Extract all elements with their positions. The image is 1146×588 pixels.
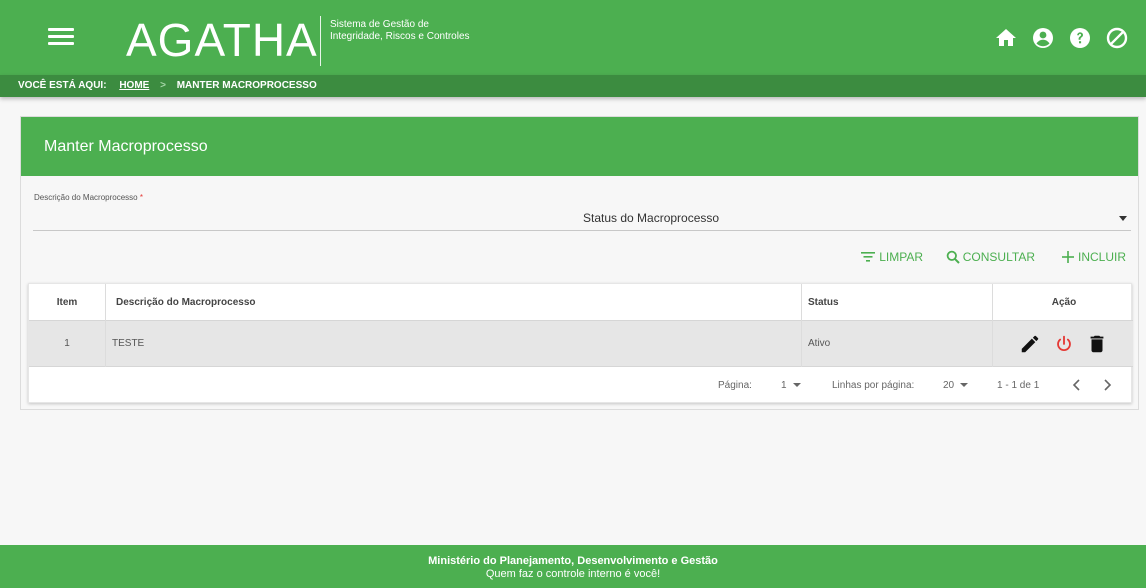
footer-ministry: Ministério do Planejamento, Desenvolvime… [428,555,718,567]
breadcrumb-home-link[interactable]: HOME [119,80,149,91]
status-select[interactable]: Status do Macroprocesso [581,207,1131,231]
description-field-label: Descrição do Macroprocesso * [34,193,143,202]
dropdown-caret-icon [1119,216,1127,221]
help-icon[interactable] [1068,26,1092,50]
macroprocess-table: Item Descrição do Macroprocesso Status A… [28,283,1133,404]
breadcrumb-current: MANTER MACROPROCESSO [176,80,317,91]
pagination: Página: 1 Linhas por página: 20 1 - 1 de… [29,367,1133,404]
home-icon[interactable] [994,26,1018,50]
row-status: Ativo [808,338,831,349]
clear-button[interactable]: LIMPAR [860,248,923,266]
trash-icon[interactable] [1086,333,1108,355]
footer: Ministério do Planejamento, Desenvolvime… [0,545,1146,588]
required-mark: * [139,193,143,202]
edit-icon[interactable] [1019,333,1041,355]
header-description: Descrição do Macroprocesso [116,296,256,308]
row-description: TESTE [112,338,145,349]
rows-per-page-select[interactable]: 20 [943,380,969,391]
panel-title: Manter Macroprocesso [21,117,1138,176]
header-status: Status [808,296,839,308]
header-item: Item [56,296,78,308]
column-divider [992,284,993,367]
search-button[interactable]: CONSULTAR [946,248,1035,266]
footer-slogan: Quem faz o controle interno é você! [485,568,661,580]
user-icon[interactable] [1031,26,1055,50]
block-icon[interactable] [1105,26,1129,50]
breadcrumb-separator: > [160,80,166,91]
page-label: Página: [718,380,752,391]
power-icon[interactable] [1053,333,1075,355]
add-button[interactable]: INCLUIR [1061,248,1126,266]
search-icon [946,250,960,264]
dropdown-caret-icon [792,383,801,388]
top-bar: AGATHA Sistema de Gestão de Integridade,… [0,0,1146,75]
table-header: Item Descrição do Macroprocesso Status A… [29,284,1133,321]
filter-icon [861,252,876,262]
description-input[interactable] [33,207,586,231]
rows-per-page-label: Linhas por página: [832,380,915,391]
breadcrumb-prefix: VOCÊ ESTÁ AQUI: [18,80,107,91]
previous-page-icon[interactable] [1069,377,1085,393]
app-subtitle: Sistema de Gestão de Integridade, Riscos… [330,19,470,42]
header-action: Ação [1051,296,1077,308]
column-divider [105,284,106,367]
breadcrumb: VOCÊ ESTÁ AQUI: HOME > MANTER MACROPROCE… [0,75,1146,97]
pagination-range: 1 - 1 de 1 [997,380,1040,391]
next-page-icon[interactable] [1099,377,1115,393]
row-item: 1 [64,338,70,349]
app-name: AGATHA [126,14,318,66]
plus-icon [1061,251,1074,263]
dropdown-caret-icon [960,383,969,388]
menu-icon[interactable] [48,24,74,50]
column-divider [801,284,802,367]
status-select-label: Status do Macroprocesso [583,211,720,225]
table-row: 1 TESTE Ativo [29,321,1133,367]
brand-divider [320,16,321,66]
macroprocess-panel: Manter Macroprocesso Descrição do Macrop… [20,116,1139,410]
page-select[interactable]: 1 [781,380,801,391]
